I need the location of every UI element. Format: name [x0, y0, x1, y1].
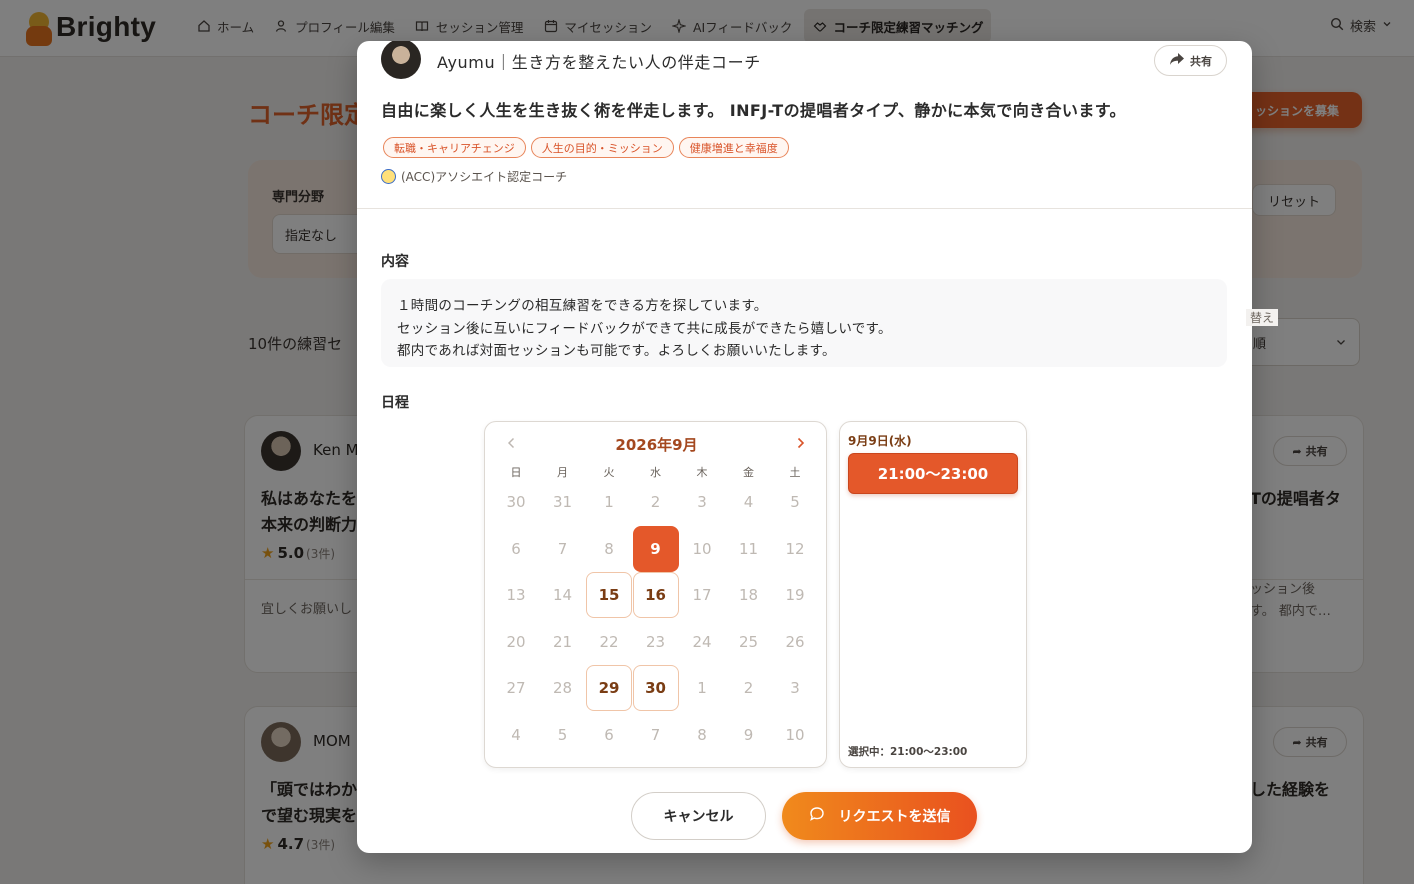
share-label: 共有 — [1190, 54, 1212, 68]
calendar-day: 12 — [785, 539, 805, 558]
calendar-day: 9 — [743, 726, 754, 744]
send-request-button[interactable]: リクエストを送信 — [782, 792, 977, 840]
calendar-day: 14 — [552, 586, 573, 605]
coach-title: Ayumu｜生き方を整えたい人の伴走コーチ — [437, 53, 761, 72]
weekday-label: 日 — [510, 466, 522, 479]
content-line: セッション後に互いにフィードバックができて共に成長ができたら嬉しいです。 — [397, 320, 892, 337]
send-request-label: リクエストを送信 — [838, 809, 951, 825]
schedule-section-title: 日程 — [381, 395, 409, 411]
weekday-label: 火 — [603, 466, 615, 479]
calendar-day-available[interactable]: 15 — [586, 572, 632, 619]
share-icon — [1169, 52, 1185, 69]
calendar-day: 7 — [557, 539, 568, 558]
chat-bubble-icon — [809, 806, 825, 826]
specialty-tag: 人生の目的・ミッション — [530, 137, 674, 158]
content-section-title: 内容 — [381, 254, 409, 270]
calendar-day: 22 — [599, 632, 619, 651]
selected-slot-text: 選択中：21:00〜23:00 — [848, 746, 968, 758]
calendar-day: 31 — [552, 493, 573, 511]
certification: (ACC)アソシエイト認定コーチ — [381, 168, 567, 185]
calendar-day: 23 — [645, 632, 666, 651]
calendar-day-selected[interactable]: 9 — [632, 525, 679, 572]
cancel-button[interactable]: キャンセル — [631, 792, 766, 840]
calendar-day: 19 — [785, 586, 805, 605]
calendar-day: 24 — [692, 632, 712, 651]
content-box: １時間のコーチングの相互練習をできる方を探しています。 セッション後に互いにフィ… — [381, 279, 1227, 367]
share-button[interactable]: 共有 — [1154, 45, 1227, 76]
calendar: 2026年9月 日月火水木金土 30 31 1 2 3 4 5 6 7 8 9 10 11 12 13 14 15… — [484, 421, 827, 768]
certification-label: (ACC)アソシエイト認定コーチ — [401, 170, 568, 184]
selected-date-label: 9月9日(水) — [848, 434, 912, 448]
time-slot-button[interactable]: 21:00〜23:00 — [848, 453, 1018, 494]
calendar-day: 18 — [738, 586, 759, 605]
calendar-day: 3 — [697, 493, 707, 511]
calendar-day: 10 — [785, 726, 805, 744]
weekday-label: 月 — [557, 466, 568, 479]
calendar-day: 1 — [697, 679, 707, 698]
calendar-day: 7 — [650, 726, 661, 744]
coach-avatar — [381, 41, 421, 79]
calendar-day: 8 — [697, 726, 707, 744]
calendar-day: 17 — [692, 586, 712, 605]
specialty-tag: 転職・キャリアチェンジ — [383, 137, 526, 158]
calendar-day: 25 — [738, 632, 759, 651]
calendar-day: 1 — [604, 493, 614, 511]
calendar-day: 10 — [692, 539, 712, 558]
calendar-day: 8 — [604, 539, 614, 558]
calendar-day: 4 — [511, 726, 521, 744]
content-line: 都内であれば対面セッションも可能です。よろしくお願いいたします。 — [397, 343, 836, 359]
calendar-day: 5 — [790, 493, 800, 511]
calendar-month-title: 2026年9月 — [615, 436, 698, 454]
calendar-day: 30 — [506, 493, 526, 511]
calendar-day: 28 — [552, 679, 573, 698]
content-line: １時間のコーチングの相互練習をできる方を探しています。 — [397, 298, 768, 314]
weekday-label: 土 — [789, 466, 801, 479]
calendar-day: 6 — [511, 539, 521, 558]
calendar-day: 11 — [738, 539, 759, 558]
chevron-right-icon — [797, 437, 804, 449]
calendar-day: 5 — [557, 726, 568, 744]
calendar-day: 21 — [552, 632, 573, 651]
calendar-day: 2 — [650, 493, 661, 511]
calendar-day-available[interactable]: 29 — [586, 665, 632, 712]
coach-headline: 自由に楽しく人生を生き抜く術を伴走します。 INFJ-Tの提唱者タイプ、静かに本… — [381, 101, 1126, 120]
certification-badge-icon — [381, 169, 396, 184]
calendar-day: 26 — [785, 632, 805, 651]
specialty-tag: 健康増進と幸福度 — [678, 137, 789, 158]
time-slot-panel: 9月9日(水) 21:00〜23:00 選択中：21:00〜23:00 — [839, 421, 1027, 768]
calendar-day-available[interactable]: 16 — [632, 572, 679, 619]
calendar-day: 2 — [743, 679, 754, 698]
session-request-modal: Ayumu｜生き方を整えたい人の伴走コーチ 共有 自由に楽しく人生を生き抜く術を… — [357, 41, 1252, 853]
next-month-button[interactable] — [792, 432, 808, 454]
calendar-day: 13 — [506, 586, 526, 605]
calendar-day-available[interactable]: 30 — [632, 665, 679, 712]
sort-label: 替え — [1246, 309, 1279, 326]
calendar-day: 20 — [506, 632, 526, 651]
calendar-day: 6 — [604, 726, 614, 744]
divider — [357, 208, 1252, 209]
calendar-day: 3 — [790, 679, 800, 698]
weekday-label: 木 — [696, 466, 708, 479]
weekday-label: 金 — [743, 466, 754, 479]
weekday-label: 水 — [650, 466, 661, 479]
calendar-day: 27 — [506, 679, 526, 698]
calendar-day: 4 — [743, 493, 754, 511]
specialty-tags: 転職・キャリアチェンジ 人生の目的・ミッション 健康増進と幸福度 — [383, 137, 789, 158]
